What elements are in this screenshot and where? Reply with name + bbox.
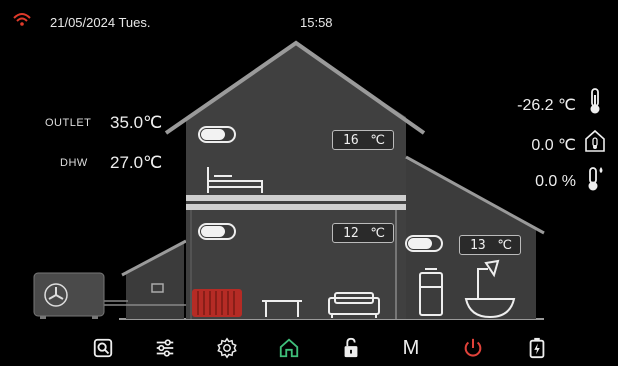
outdoor-temp: -26.2 ℃ (517, 97, 576, 114)
home-button[interactable] (274, 333, 304, 361)
gear-icon (217, 337, 237, 359)
toggle-right-zone[interactable] (405, 235, 443, 252)
lock-button[interactable] (336, 333, 366, 361)
setpoint-middle-zone[interactable]: 12 ℃ (332, 223, 394, 243)
setpoint-upper-unit: ℃ (370, 132, 385, 147)
home-icon (279, 338, 299, 358)
toggle-middle-zone[interactable] (198, 223, 236, 240)
indoor-temp: 0.0 ℃ (531, 137, 576, 154)
search-icon (93, 338, 113, 358)
thermometer-icon (590, 88, 600, 114)
gear-button[interactable] (212, 333, 242, 361)
setpoint-right-zone[interactable]: 13 ℃ (459, 235, 521, 255)
mode-button[interactable]: M (396, 333, 426, 361)
wifi-icon (13, 13, 31, 26)
humidity: 0.0 % (535, 173, 576, 190)
power-button[interactable] (458, 333, 488, 361)
setpoint-right-unit: ℃ (497, 237, 512, 252)
radiator-icon (192, 289, 242, 317)
setpoint-right-value: 13 (470, 238, 486, 253)
outlet-value: 35.0℃ (110, 113, 163, 132)
sliders-icon (156, 339, 174, 357)
house-illustration (33, 40, 545, 320)
power-icon (464, 338, 482, 357)
main-screen: 21/05/2024 Tues. 15:58 OUTLET 35.0℃ DHW … (4, 5, 614, 361)
toggle-upper-zone[interactable] (198, 126, 236, 143)
indoor-temp-icon (585, 129, 605, 152)
unlock-icon (344, 337, 358, 358)
battery-charge-icon (529, 337, 545, 359)
dhw-label: DHW (60, 157, 88, 169)
setpoint-middle-value: 12 (343, 226, 359, 241)
setpoint-upper-value: 16 (343, 133, 359, 148)
humidity-icon (588, 167, 603, 191)
status-time: 15:58 (300, 15, 333, 30)
energy-button[interactable] (522, 333, 552, 361)
outlet-label: OUTLET (45, 117, 92, 129)
settings-sliders-button[interactable] (150, 333, 180, 361)
setpoint-upper-zone[interactable]: 16 ℃ (332, 130, 394, 150)
outdoor-unit-icon (33, 272, 105, 319)
status-date: 21/05/2024 Tues. (50, 15, 151, 30)
search-button[interactable] (88, 333, 118, 361)
dhw-value: 27.0℃ (110, 153, 163, 172)
setpoint-middle-unit: ℃ (370, 225, 385, 240)
